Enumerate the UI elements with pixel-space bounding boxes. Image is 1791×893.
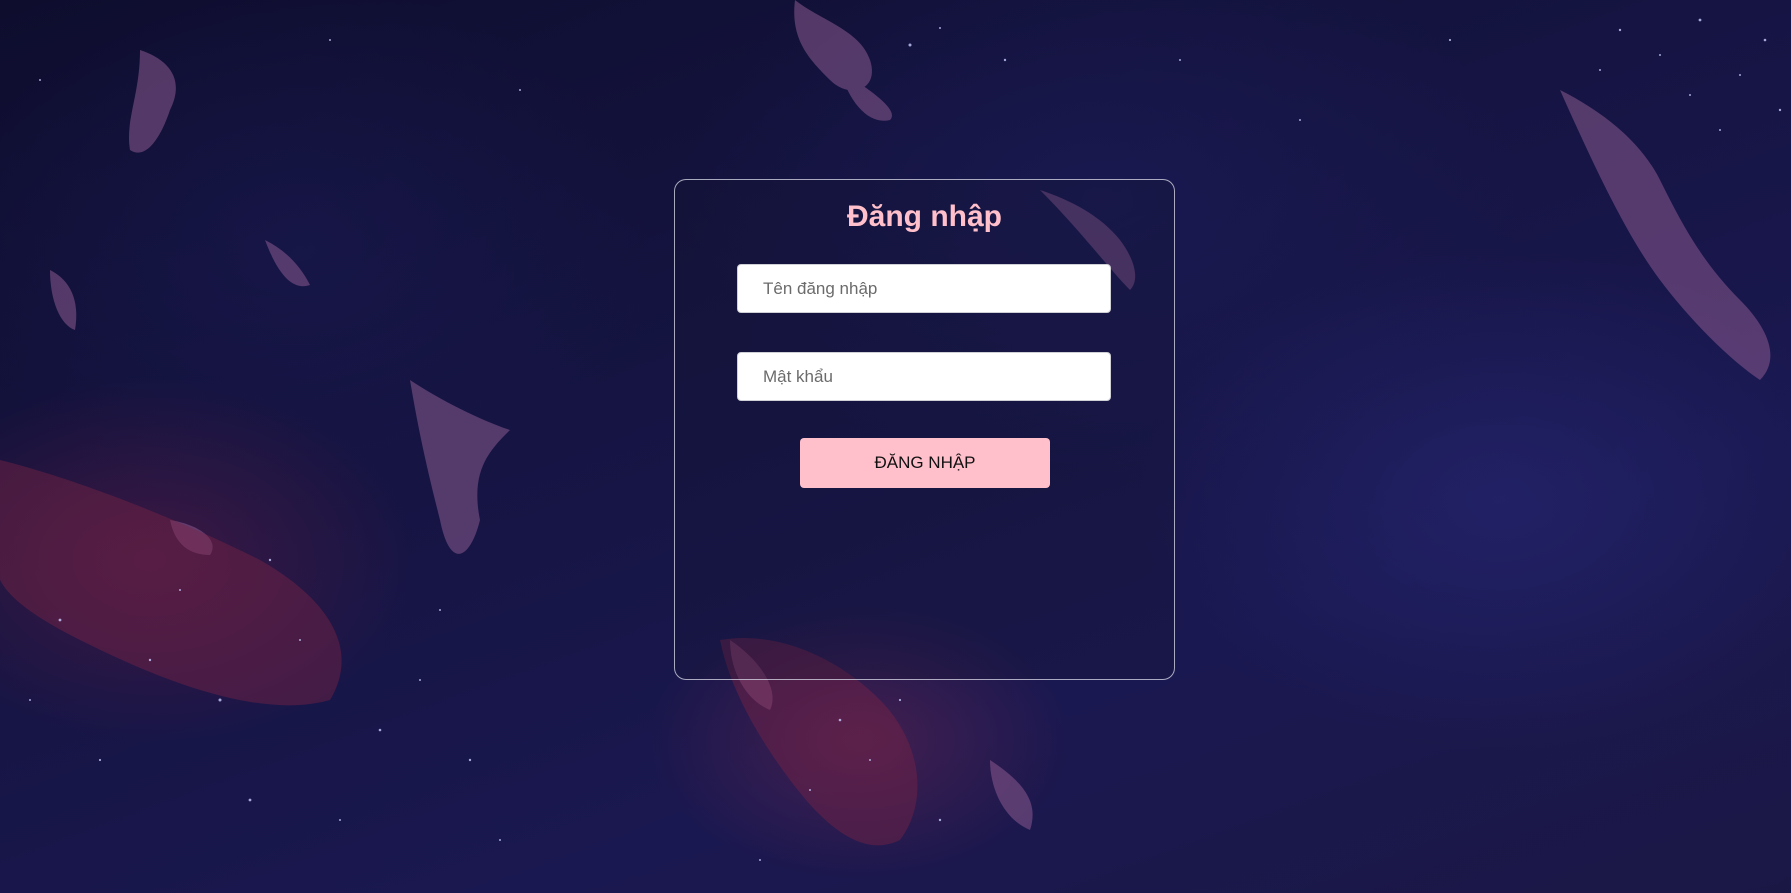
login-page: Đăng nhập ĐĂNG NHẬP bbox=[0, 0, 1791, 893]
login-card: Đăng nhập ĐĂNG NHẬP bbox=[674, 179, 1175, 680]
login-title: Đăng nhập bbox=[847, 200, 1002, 233]
password-input[interactable] bbox=[737, 352, 1111, 401]
login-button[interactable]: ĐĂNG NHẬP bbox=[800, 438, 1050, 488]
username-input[interactable] bbox=[737, 264, 1111, 313]
